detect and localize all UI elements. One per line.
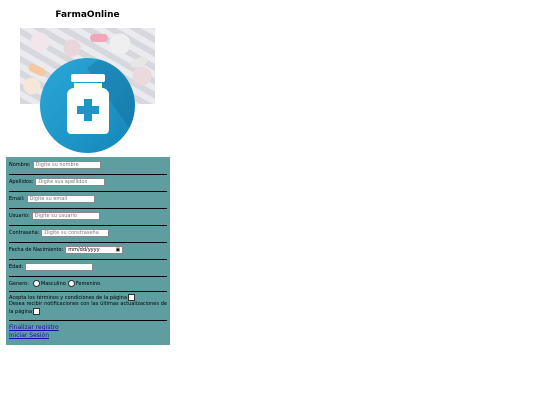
divider: [9, 320, 167, 321]
registration-form: Nombre: Digite su nombre Apellidos: Digi…: [6, 157, 170, 345]
email-row: Email: Digite su email: [9, 195, 167, 203]
nombre-input[interactable]: Digite su nombre: [32, 161, 101, 169]
edad-label: Edad:: [9, 264, 24, 270]
contrasena-label: Contraseña:: [9, 230, 40, 236]
apellidos-input[interactable]: Digite sus apellidos: [35, 178, 106, 186]
femenino-label: Femenino: [75, 280, 101, 287]
notificaciones-row: Desea recibir notificaciones con las últ…: [9, 301, 167, 316]
divider: [9, 242, 167, 243]
contrasena-input[interactable]: Digite su constraseña: [41, 229, 110, 237]
contrasena-row: Contraseña: Digite su constraseña: [9, 229, 167, 237]
divider: [9, 174, 167, 175]
usuario-row: Usuario: Digite su usuario: [9, 212, 167, 220]
fecha-value: mm/dd/yyyy: [68, 246, 100, 253]
email-label: Email:: [9, 196, 25, 202]
edad-input[interactable]: [25, 263, 94, 271]
divider: [9, 225, 167, 226]
genero-row: Genero: Masculino Femenino: [9, 280, 167, 287]
pill-shape: [90, 34, 108, 42]
divider: [9, 259, 167, 260]
nombre-label: Nombre:: [9, 162, 31, 168]
email-input[interactable]: Digite su email: [26, 195, 95, 203]
masculino-label: Masculino: [40, 280, 66, 287]
notificaciones-checkbox[interactable]: [33, 308, 41, 315]
usuario-label: Usuario:: [9, 213, 30, 219]
fecha-label: Fecha de Nacimiento:: [9, 247, 64, 253]
terminos-checkbox[interactable]: [127, 294, 135, 301]
iniciar-sesion-link[interactable]: Iniciar Sesión: [9, 332, 49, 339]
calendar-icon[interactable]: ▣: [116, 247, 121, 254]
pill-shape: [27, 62, 47, 78]
genero-label: Genero:: [9, 280, 29, 287]
radio-masculino[interactable]: [32, 280, 40, 287]
medicine-bottle-icon: [40, 58, 135, 153]
divider: [9, 276, 167, 277]
nombre-row: Nombre: Digite su nombre: [9, 161, 167, 169]
usuario-input[interactable]: Digite su usuario: [31, 212, 100, 220]
radio-femenino[interactable]: [67, 280, 75, 287]
divider: [9, 208, 167, 209]
page-title: FarmaOnline: [55, 10, 120, 20]
divider: [9, 191, 167, 192]
apellidos-label: Apellidos:: [9, 179, 34, 185]
fecha-input[interactable]: mm/dd/yyyy ▣: [65, 246, 124, 254]
finalizar-registro-link[interactable]: Finalizar registro: [9, 324, 59, 331]
apellidos-row: Apellidos: Digite sus apellidos: [9, 178, 167, 186]
fecha-row: Fecha de Nacimiento: mm/dd/yyyy ▣: [9, 246, 167, 254]
divider: [9, 291, 167, 292]
edad-row: Edad:: [9, 263, 167, 271]
